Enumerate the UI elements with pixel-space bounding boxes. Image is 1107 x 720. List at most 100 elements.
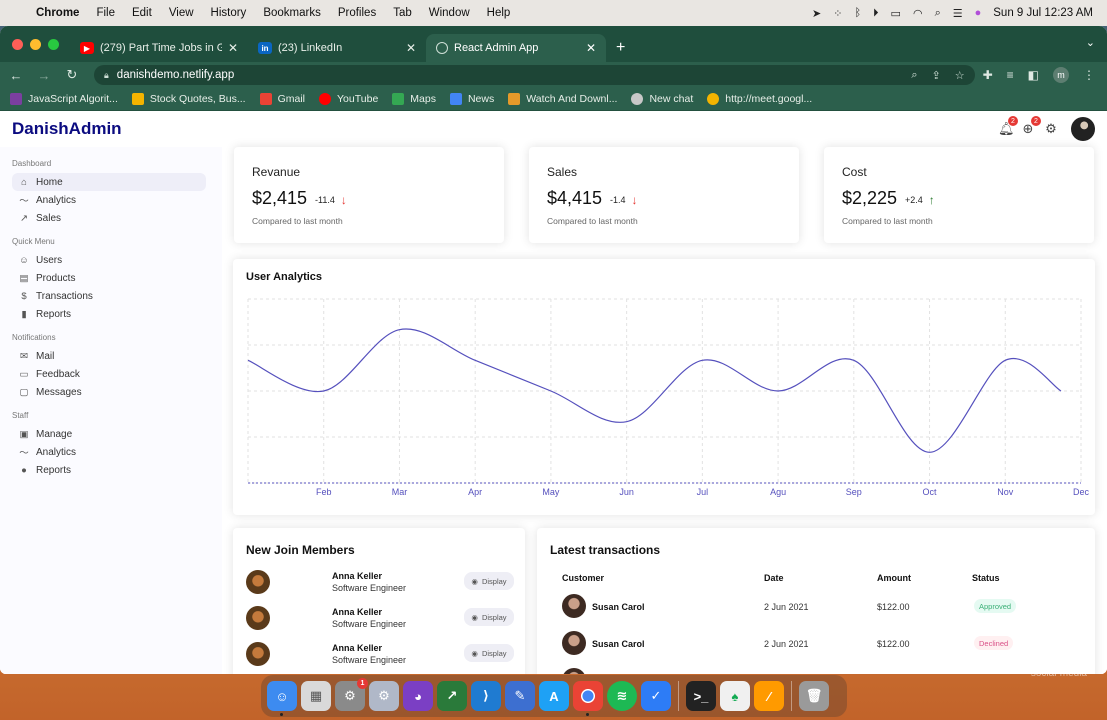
status-button[interactable]: Declined [974, 636, 1014, 650]
location-icon[interactable]: ➤ [812, 7, 821, 20]
terminal-icon[interactable]: >_ [686, 681, 716, 711]
settings-icon[interactable]: ⚙ [1044, 121, 1058, 137]
forward-button[interactable]: → [32, 68, 56, 83]
sidebar-item-home[interactable]: ⌂ Home [12, 173, 206, 191]
chrome-menu-icon[interactable]: ⋮ [1083, 68, 1095, 82]
lock-icon[interactable]: 🔒︎ [104, 70, 109, 81]
bookmark-watch-download[interactable]: Watch And Downl... [508, 93, 617, 105]
display-button[interactable]: ◉ Display [464, 572, 514, 590]
menu-history[interactable]: History [211, 7, 247, 19]
profile-avatar[interactable]: m [1053, 67, 1069, 83]
side-panel-icon[interactable]: ◧ [1028, 68, 1039, 82]
bookmark-new-chat[interactable]: New chat [631, 93, 693, 105]
battery-icon[interactable]: ▭ [891, 7, 901, 20]
sidebar-item-manage[interactable]: ▣ Manage [12, 425, 206, 443]
arrow-down-icon: ↓ [340, 193, 347, 207]
launchpad-icon[interactable]: ▦ [301, 681, 331, 711]
language-icon[interactable]: ⊕ 2 [1021, 116, 1041, 137]
chrome-icon[interactable] [573, 681, 603, 716]
menu-view[interactable]: View [169, 7, 194, 19]
spotify-icon[interactable]: ≋ [607, 681, 637, 711]
new-tab-button[interactable]: + [616, 34, 625, 62]
bookmark-maps[interactable]: Maps [392, 93, 436, 105]
bookmark-gmail[interactable]: Gmail [259, 93, 305, 105]
bookmark-star-icon[interactable]: ☆ [955, 69, 965, 82]
address-bar[interactable]: 🔒︎ danishdemo.netlify.app ⌕ ⇪ ☆ [94, 65, 975, 85]
notifications-icon[interactable]: 🔔︎ 2 [998, 116, 1018, 137]
minimize-window-button[interactable] [30, 39, 41, 50]
sidebar-item-mail[interactable]: ✉ Mail [12, 347, 206, 365]
settings-gear-icon[interactable]: ⚙ [369, 681, 399, 711]
app-logo[interactable]: DanishAdmin [12, 119, 122, 139]
menu-clock[interactable]: Sun 9 Jul 12:23 AM [993, 7, 1093, 19]
menu-window[interactable]: Window [429, 7, 470, 19]
xcode-instruments-icon[interactable]: ✎ [505, 681, 535, 711]
sidebar-item-feedback[interactable]: ▭ Feedback [12, 365, 206, 383]
wifi-icon[interactable]: ◠ [913, 7, 923, 20]
close-tab-icon[interactable]: ✕ [586, 41, 596, 55]
trash-icon[interactable]: 🗑︎ [799, 681, 829, 711]
extensions-icon[interactable]: ✚ [983, 68, 993, 82]
sidebar-item-products[interactable]: ▤ Products [12, 269, 206, 287]
zoom-window-button[interactable] [48, 39, 59, 50]
media-play-icon[interactable]: ⏵ [873, 7, 879, 20]
window-controls [12, 39, 59, 50]
display-icon[interactable]: ⁘ [833, 7, 842, 20]
reading-list-icon[interactable]: ≡ [1007, 68, 1014, 82]
sidebar-item-analytics[interactable]: 〜 Analytics [12, 191, 206, 209]
sidebar-item-sales[interactable]: ↗ Sales [12, 209, 206, 227]
system-settings-icon[interactable]: ⚙ 1 [335, 678, 368, 711]
menu-bookmarks[interactable]: Bookmarks [263, 7, 321, 19]
vscode-icon[interactable]: ⟩ [471, 681, 501, 711]
close-tab-icon[interactable]: ✕ [406, 41, 416, 55]
bookmark-meet[interactable]: http://meet.googl... [707, 93, 812, 105]
sidebar-item-label: Mail [36, 350, 55, 362]
control-center-icon[interactable]: ☰ [953, 7, 963, 20]
tab-search-chevron-icon[interactable]: ⌄ [1086, 36, 1095, 49]
menu-edit[interactable]: Edit [132, 7, 152, 19]
app-store-icon[interactable]: A [539, 681, 569, 711]
display-button[interactable]: ◉ Display [464, 608, 514, 626]
todo-icon[interactable]: ✓ [641, 681, 671, 711]
url-text[interactable]: danishdemo.netlify.app [117, 69, 234, 81]
sublime-icon[interactable]: ∕ [754, 681, 784, 711]
finder-icon[interactable]: ☺ [267, 681, 297, 716]
tab-youtube[interactable]: ▶ (279) Part Time Jobs in Germa ✕ [70, 34, 248, 62]
bookmark-stock-quotes[interactable]: Stock Quotes, Bus... [131, 93, 246, 105]
bookmark-news[interactable]: News [449, 93, 494, 105]
share-icon[interactable]: ⇪ [931, 69, 940, 82]
sidebar-item-transactions[interactable]: $ Transactions [12, 287, 206, 305]
bookmark-youtube[interactable]: YouTube [319, 93, 378, 105]
close-window-button[interactable] [12, 39, 23, 50]
sidebar-item-users[interactable]: ☺ Users [12, 251, 206, 269]
status-button[interactable]: Approved [974, 599, 1017, 613]
table-row: Susan Carol 2 Jun 2021 $122.00 Declined [537, 631, 1097, 657]
user-analytics-chart[interactable]: Feb Mar Apr May Jun Jul Agu Sep Oct Nov Dec [233, 259, 1095, 515]
back-button[interactable]: ← [4, 68, 28, 83]
display-button[interactable]: ◉ Display [464, 644, 514, 662]
siri-icon[interactable]: ● [975, 7, 982, 19]
menu-app-name[interactable]: Chrome [36, 7, 79, 19]
close-tab-icon[interactable]: ✕ [228, 41, 238, 55]
spotlight-search-icon[interactable]: ⌕ [935, 7, 941, 20]
stocks-icon[interactable]: ↗ [437, 681, 467, 711]
bookmark-javascript[interactable]: JavaScript Algorit... [10, 93, 118, 105]
tab-linkedin[interactable]: in (23) LinkedIn ✕ [248, 34, 426, 62]
sidebar-item-messages[interactable]: ▢ Messages [12, 383, 206, 401]
mongodb-icon[interactable]: ♠ [720, 681, 750, 711]
sidebar-group-notifications: Notifications ✉ Mail ▭ Feedback ▢ Messages [12, 333, 222, 401]
sidebar-item-staff-analytics[interactable]: 〜 Analytics [12, 443, 206, 461]
bluetooth-icon[interactable]: ᛒ [854, 7, 861, 19]
reload-button[interactable]: ↻ [60, 67, 84, 83]
tab-react-admin[interactable]: React Admin App ✕ [426, 34, 606, 62]
user-avatar[interactable] [1071, 117, 1095, 141]
menu-profiles[interactable]: Profiles [338, 7, 376, 19]
zoom-icon[interactable]: ⌕ [911, 69, 917, 82]
menu-tab[interactable]: Tab [393, 7, 412, 19]
sidebar-item-staff-reports[interactable]: ● Reports [12, 461, 206, 479]
github-desktop-icon[interactable]: ◕ [403, 681, 433, 711]
sidebar-item-reports[interactable]: ▮ Reports [12, 305, 206, 323]
menu-file[interactable]: File [96, 7, 115, 19]
menu-help[interactable]: Help [487, 7, 511, 19]
desktop-folder-label[interactable]: social-media [1031, 668, 1087, 679]
